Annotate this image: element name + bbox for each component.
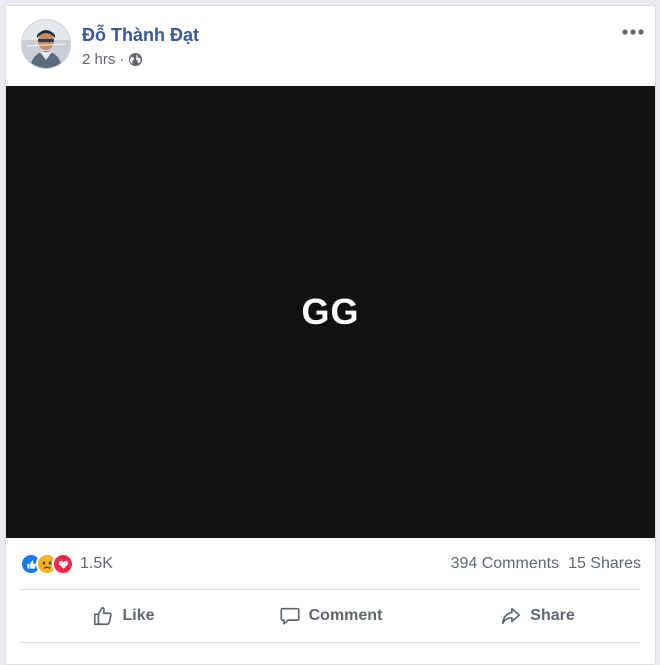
share-label: Share [530, 607, 575, 624]
author-name[interactable]: Đỗ Thành Đạt [82, 25, 199, 46]
globe-icon[interactable] [128, 52, 143, 67]
reaction-icons [20, 553, 74, 575]
avatar-image [22, 20, 70, 68]
comment-icon [279, 605, 301, 627]
comment-label: Comment [308, 607, 383, 624]
media-text: GG [301, 291, 360, 332]
shares-count[interactable]: 15 Shares [568, 555, 641, 573]
post-timestamp[interactable]: 2 hrs [82, 51, 115, 68]
post-meta: 2 hrs · [82, 51, 143, 68]
post-card: Đỗ Thành Đạt 2 hrs · GG 1.5K 394 Comment… [5, 5, 656, 665]
like-label: Like [122, 607, 155, 624]
love-reaction-icon [52, 553, 74, 575]
author-avatar[interactable] [21, 19, 71, 69]
engagement-counts: 394 Comments 15 Shares [451, 555, 641, 573]
reactions-summary[interactable]: 1.5K [20, 553, 113, 575]
thumbs-up-icon [92, 605, 114, 627]
post-actions: Like Comment Share [20, 598, 641, 634]
more-options-icon[interactable] [621, 24, 645, 40]
bottom-divider [20, 642, 641, 643]
comment-button[interactable]: Comment [227, 598, 434, 634]
like-button[interactable]: Like [20, 598, 227, 634]
share-button[interactable]: Share [434, 598, 641, 634]
post-media[interactable]: GG [6, 86, 655, 538]
comments-count[interactable]: 394 Comments [451, 555, 560, 573]
post-stats: 1.5K 394 Comments 15 Shares [20, 550, 641, 578]
meta-separator: · [119, 51, 125, 68]
divider [20, 589, 641, 590]
reaction-count: 1.5K [80, 555, 113, 572]
share-icon [500, 605, 522, 627]
